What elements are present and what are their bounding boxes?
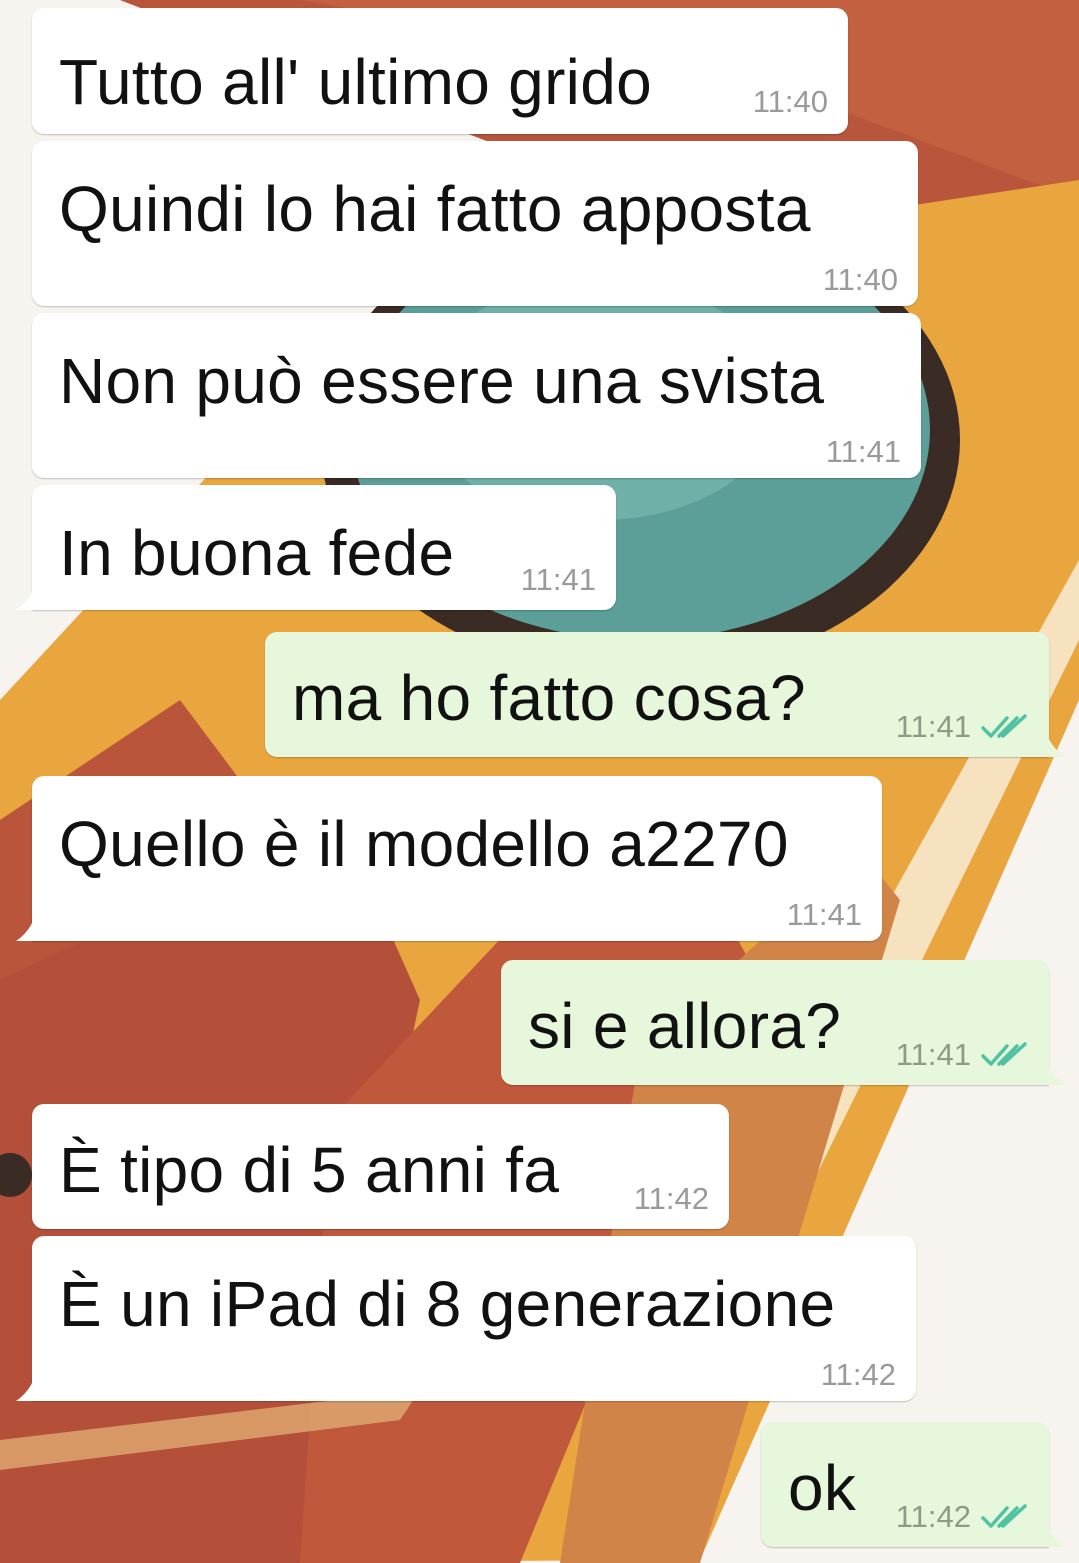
bubble-tail [1047, 1063, 1065, 1085]
incoming-message-bubble[interactable]: È tipo di 5 anni fa 11:42 [32, 1104, 729, 1229]
message-time: 11:42 [820, 1357, 896, 1392]
message-text: Non può essere una svista [59, 345, 825, 417]
message-meta: 11:41 [826, 434, 901, 470]
bubble-tail [1047, 1525, 1065, 1547]
message-meta: 11:41 [521, 562, 596, 598]
message-text: Quindi lo hai fatto apposta [59, 173, 811, 245]
message-text: È tipo di 5 anni fa [59, 1134, 560, 1206]
bubble-tail [16, 1379, 34, 1401]
bubble-tail [16, 919, 34, 941]
incoming-message-bubble[interactable]: In buona fede 11:41 [16, 485, 616, 610]
message-text: ok [788, 1452, 857, 1524]
incoming-message-bubble[interactable]: Non può essere una svista 11:41 [32, 313, 921, 478]
outgoing-message-bubble[interactable]: ok 11:42 [761, 1422, 1065, 1547]
message-text: si e allora? [528, 990, 842, 1062]
message-time: 11:41 [786, 897, 862, 932]
message-meta: 11:42 [821, 1357, 896, 1393]
message-meta: 11:42 [896, 1499, 1027, 1535]
message-text: È un iPad di 8 generazione [59, 1268, 836, 1340]
message-meta: 11:42 [634, 1181, 709, 1217]
message-text: In buona fede [59, 517, 455, 589]
outgoing-message-bubble[interactable]: si e allora? 11:41 [501, 960, 1065, 1085]
message-meta: 11:41 [896, 709, 1027, 745]
message-text: Tutto all' ultimo grido [59, 46, 652, 118]
incoming-message-bubble[interactable]: Quello è il modello a2270 11:41 [16, 776, 882, 941]
double-check-icon [981, 1042, 1027, 1068]
message-time: 11:41 [520, 562, 596, 597]
message-time: 11:40 [822, 262, 898, 297]
incoming-message-bubble[interactable]: Tutto all' ultimo grido 11:40 [32, 8, 848, 134]
message-meta: 11:41 [787, 897, 862, 933]
chat-message-list[interactable]: Tutto all' ultimo grido 11:40 Quindi lo … [0, 0, 1079, 1563]
bubble-tail [16, 588, 34, 610]
message-time: 11:41 [825, 434, 901, 469]
incoming-message-bubble[interactable]: È un iPad di 8 generazione 11:42 [16, 1236, 916, 1401]
double-check-icon [981, 1504, 1027, 1530]
outgoing-message-bubble[interactable]: ma ho fatto cosa? 11:41 [265, 632, 1065, 757]
message-time: 11:42 [895, 1499, 971, 1534]
double-check-icon [981, 714, 1027, 740]
message-time: 11:40 [752, 84, 828, 119]
message-text: Quello è il modello a2270 [59, 808, 789, 880]
incoming-message-bubble[interactable]: Quindi lo hai fatto apposta 11:40 [32, 141, 918, 306]
bubble-tail [1047, 735, 1065, 757]
message-meta: 11:40 [823, 262, 898, 298]
message-text: ma ho fatto cosa? [292, 662, 806, 734]
message-meta: 11:41 [896, 1037, 1027, 1073]
message-time: 11:41 [895, 1037, 971, 1072]
message-meta: 11:40 [753, 84, 828, 120]
message-time: 11:42 [633, 1181, 709, 1216]
message-time: 11:41 [895, 709, 971, 744]
